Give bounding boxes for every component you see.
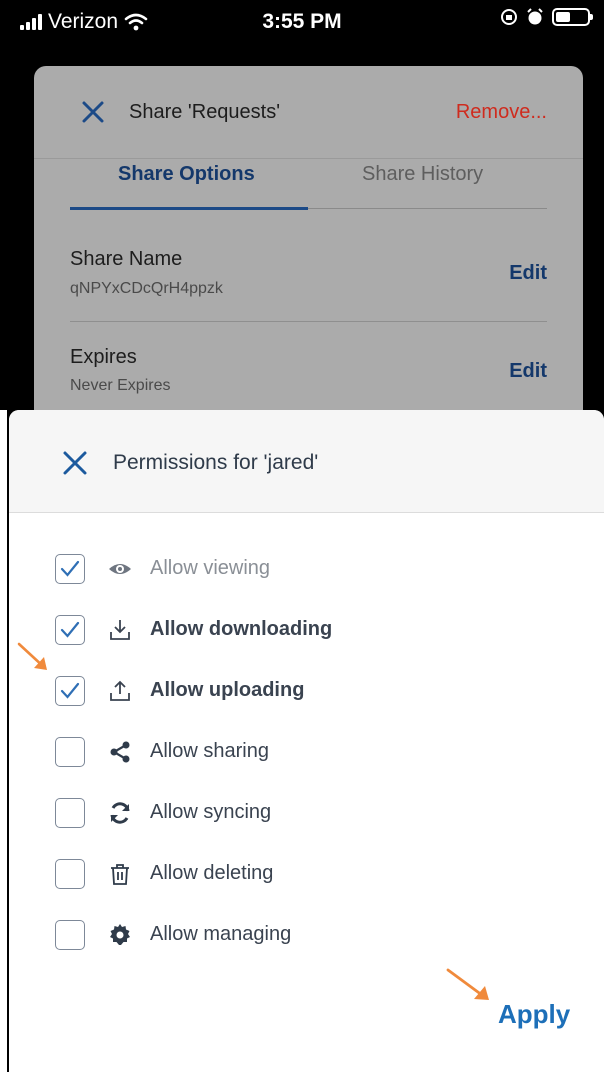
tab-share-history[interactable]: Share History [362, 163, 483, 186]
checkmark-icon [60, 621, 80, 638]
status-icons [500, 8, 593, 26]
permissions-sheet: Permissions for 'jared' Allow viewing Al… [9, 410, 604, 1072]
download-icon [110, 620, 130, 640]
deleting-checkbox[interactable] [55, 859, 85, 889]
sharing-checkbox[interactable] [55, 737, 85, 767]
gear-icon [110, 924, 130, 945]
permission-label: Allow syncing [150, 801, 272, 823]
upload-icon [110, 680, 130, 701]
sync-icon [110, 802, 130, 824]
permission-row-syncing[interactable]: Allow syncing [9, 798, 604, 842]
checkmark-icon [60, 560, 80, 577]
tab-share-options[interactable]: Share Options [118, 163, 255, 186]
status-bar: Verizon 3:55 PM [0, 0, 604, 44]
uploading-checkbox[interactable] [55, 676, 85, 706]
trash-icon [111, 864, 129, 885]
permission-row-deleting[interactable]: Allow deleting [9, 859, 604, 903]
share-panel-title: Share 'Requests' [129, 101, 281, 123]
permission-row-downloading[interactable]: Allow downloading [9, 615, 604, 659]
share-panel-header: Share 'Requests' Remove... [34, 66, 583, 159]
checkmark-icon [60, 682, 80, 699]
active-tab-indicator [70, 207, 308, 210]
eye-icon [109, 564, 131, 574]
permission-row-sharing[interactable]: Allow sharing [9, 737, 604, 781]
permission-label: Allow deleting [150, 862, 274, 884]
share-panel: Share 'Requests' Remove... Share Options… [34, 66, 583, 466]
permission-label: Allow downloading [150, 618, 333, 640]
permission-row-uploading[interactable]: Allow uploading [9, 676, 604, 720]
downloading-checkbox[interactable] [55, 615, 85, 645]
permission-row-managing[interactable]: Allow managing [9, 920, 604, 964]
permission-label: Allow sharing [150, 740, 269, 762]
close-icon[interactable] [62, 450, 88, 476]
edit-share-name-button[interactable]: Edit [509, 262, 547, 285]
tab-divider [308, 208, 547, 209]
edit-expires-button[interactable]: Edit [509, 360, 547, 383]
orientation-lock-icon [501, 9, 517, 25]
permission-row-viewing[interactable]: Allow viewing [9, 554, 604, 598]
annotation-arrow-icon [17, 642, 47, 670]
apply-button[interactable]: Apply [498, 999, 570, 1030]
sheet-left-edge [0, 410, 9, 1072]
remove-button[interactable]: Remove... [456, 101, 547, 124]
expires-label: Expires [70, 346, 137, 368]
permissions-header: Permissions for 'jared' [9, 410, 604, 513]
share-name-value: qNPYxCDcQrH4ppzk [70, 280, 223, 297]
permissions-title: Permissions for 'jared' [113, 451, 319, 474]
battery-icon [552, 8, 593, 26]
permission-label: Allow uploading [150, 679, 305, 701]
expires-value: Never Expires [70, 377, 171, 394]
share-icon [110, 741, 130, 763]
managing-checkbox[interactable] [55, 920, 85, 950]
syncing-checkbox[interactable] [55, 798, 85, 828]
permission-label: Allow viewing [150, 557, 271, 579]
share-name-label: Share Name [70, 248, 183, 270]
permission-label: Allow managing [150, 923, 292, 945]
field-divider [70, 321, 547, 322]
alarm-icon [527, 8, 543, 25]
annotation-arrow-icon [446, 968, 489, 1000]
viewing-checkbox[interactable] [55, 554, 85, 584]
close-icon[interactable] [81, 100, 105, 124]
